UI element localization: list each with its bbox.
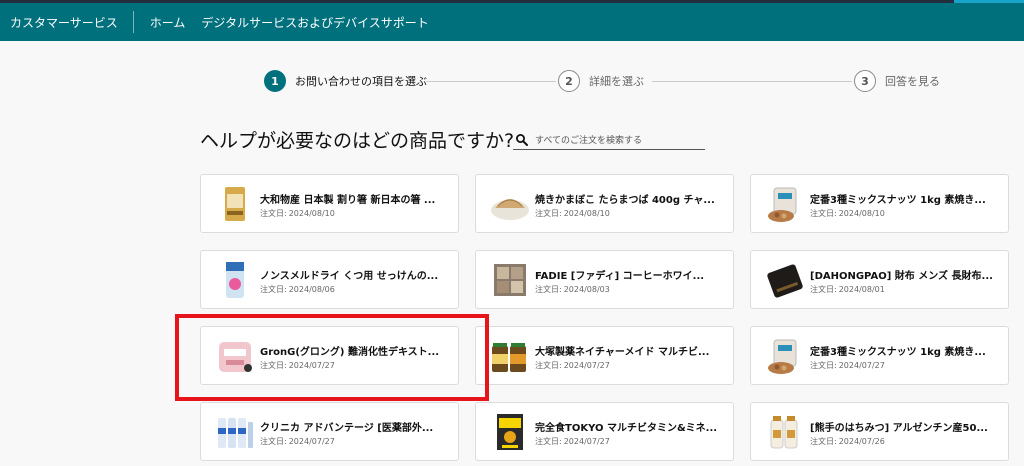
header-accent-strip (954, 0, 1024, 3)
order-date-prefix: 注文日: (535, 361, 562, 370)
order-date-prefix: 注文日: (535, 285, 562, 294)
order-date-value: 2024/08/06 (288, 285, 335, 294)
order-title: 焼きかまぼこ たらまつば 400g チャ... (535, 195, 715, 206)
order-title: 定番3種ミックスナッツ 1kg 素焼き... (810, 347, 986, 358)
search-icon (516, 133, 528, 146)
step-3-number: 3 (854, 70, 876, 92)
order-date-value: 2024/08/10 (838, 209, 885, 218)
order-date: 注文日: 2024/07/27 (535, 360, 610, 371)
order-date: 注文日: 2024/08/01 (810, 284, 885, 295)
order-date-prefix: 注文日: (535, 437, 562, 446)
order-date-value: 2024/07/27 (838, 361, 885, 370)
step-1-number: 1 (264, 70, 286, 92)
order-title: 大塚製薬ネイチャーメイド マルチビ... (535, 347, 710, 358)
order-date-value: 2024/07/27 (288, 437, 335, 446)
order-date: 注文日: 2024/08/06 (260, 284, 335, 295)
order-date: 注文日: 2024/08/10 (810, 208, 885, 219)
order-title: クリニカ アドバンテージ [医薬部外... (260, 423, 434, 434)
step-2-number: 2 (558, 70, 580, 92)
order-card[interactable]: [DAHONGPAO] 財布 メンズ 長財布... 注文日: 2024/08/01 (750, 250, 1009, 309)
progress-stepper: 1 お問い合わせの項目を選ぶ 2 詳細を選ぶ 3 回答を見る (264, 70, 964, 94)
order-date-prefix: 注文日: (810, 361, 837, 370)
order-date-value: 2024/08/10 (563, 209, 610, 218)
order-date: 注文日: 2024/07/27 (535, 436, 610, 447)
product-thumbnail (770, 416, 798, 449)
page-heading: ヘルプが必要なのはどの商品ですか? (200, 130, 515, 152)
order-card[interactable]: 焼きかまぼこ たらまつば 400g チャ... 注文日: 2024/08/10 (475, 174, 734, 233)
order-date-value: 2024/08/01 (838, 285, 885, 294)
order-date-value: 2024/07/27 (563, 437, 610, 446)
order-card[interactable]: 定番3種ミックスナッツ 1kg 素焼き... 注文日: 2024/08/10 (750, 174, 1009, 233)
order-date-value: 2024/07/26 (838, 437, 885, 446)
product-thumbnail (491, 199, 529, 220)
order-title: [熊手のはちみつ] アルゼンチン産50... (810, 423, 988, 434)
step-3: 3 回答を見る (854, 70, 940, 92)
order-date-prefix: 注文日: (810, 285, 837, 294)
order-date-value: 2024/08/10 (288, 209, 335, 218)
order-date: 注文日: 2024/08/10 (260, 208, 335, 219)
order-card[interactable]: 大塚製薬ネイチャーメイド マルチビ... 注文日: 2024/07/27 (475, 326, 734, 385)
search-placeholder: すべてのご注文を検索する (535, 136, 643, 146)
step-2-label: 詳細を選ぶ (589, 75, 644, 88)
order-date-value: 2024/07/27 (563, 361, 610, 370)
highlight-annotation (175, 314, 489, 401)
order-date-prefix: 注文日: (535, 209, 562, 218)
order-title: FADIE [ファディ] コーヒーホワイ... (535, 271, 705, 282)
order-card[interactable]: [熊手のはちみつ] アルゼンチン産50... 注文日: 2024/07/26 (750, 402, 1009, 461)
product-thumbnail (497, 414, 523, 450)
product-thumbnail (225, 187, 245, 221)
nav-link-digital-support[interactable]: デジタルサービスおよびデバイスサポート (201, 14, 428, 31)
order-card[interactable]: 完全食TOKYO マルチビタミン&ミネ... 注文日: 2024/07/27 (475, 402, 734, 461)
order-date: 注文日: 2024/07/26 (810, 436, 885, 447)
order-card[interactable]: 定番3種ミックスナッツ 1kg 素焼き... 注文日: 2024/07/27 (750, 326, 1009, 385)
order-card[interactable]: FADIE [ファディ] コーヒーホワイ... 注文日: 2024/08/03 (475, 250, 734, 309)
order-title: ノンスメルドライ くつ用 せっけんの... (260, 271, 439, 282)
order-date-prefix: 注文日: (810, 209, 837, 218)
order-title: 定番3種ミックスナッツ 1kg 素焼き... (810, 195, 986, 206)
order-date-prefix: 注文日: (260, 437, 287, 446)
header-divider (132, 11, 134, 33)
order-card[interactable]: ノンスメルドライ くつ用 せっけんの... 注文日: 2024/08/06 (200, 250, 459, 309)
product-thumbnail (494, 264, 526, 296)
top-navigation-bar: カスタマーサービス ホーム デジタルサービスおよびデバイスサポート (0, 0, 1024, 41)
product-thumbnail (492, 343, 526, 372)
order-search-field[interactable]: すべてのご注文を検索する (513, 130, 705, 150)
product-thumbnail (768, 339, 797, 374)
order-date: 注文日: 2024/08/03 (535, 284, 610, 295)
step-connector (426, 81, 556, 82)
order-date: 注文日: 2024/07/27 (260, 436, 335, 447)
order-title: [DAHONGPAO] 財布 メンズ 長財布... (810, 271, 993, 282)
product-thumbnail (226, 262, 244, 298)
order-date-prefix: 注文日: (810, 437, 837, 446)
order-title: 大和物産 日本製 割り箸 新日本の箸 ... (260, 195, 436, 206)
step-1: 1 お問い合わせの項目を選ぶ (264, 70, 427, 92)
order-date-value: 2024/08/03 (563, 285, 610, 294)
customer-service-title[interactable]: カスタマーサービス (0, 14, 133, 31)
step-1-label: お問い合わせの項目を選ぶ (295, 75, 427, 88)
product-thumbnail (767, 264, 803, 298)
order-card[interactable]: 大和物産 日本製 割り箸 新日本の箸 ... 注文日: 2024/08/10 (200, 174, 459, 233)
step-2: 2 詳細を選ぶ (558, 70, 644, 92)
order-card[interactable]: クリニカ アドバンテージ [医薬部外... 注文日: 2024/07/27 (200, 402, 459, 461)
order-title: 完全食TOKYO マルチビタミン&ミネ... (535, 423, 718, 434)
nav-link-home[interactable]: ホーム (150, 14, 186, 31)
order-date: 注文日: 2024/07/27 (810, 360, 885, 371)
step-3-label: 回答を見る (885, 75, 940, 88)
order-date-prefix: 注文日: (260, 209, 287, 218)
product-thumbnail (218, 418, 253, 448)
product-thumbnail (768, 187, 797, 222)
order-date: 注文日: 2024/08/10 (535, 208, 610, 219)
order-date-prefix: 注文日: (260, 285, 287, 294)
step-connector (652, 81, 852, 82)
